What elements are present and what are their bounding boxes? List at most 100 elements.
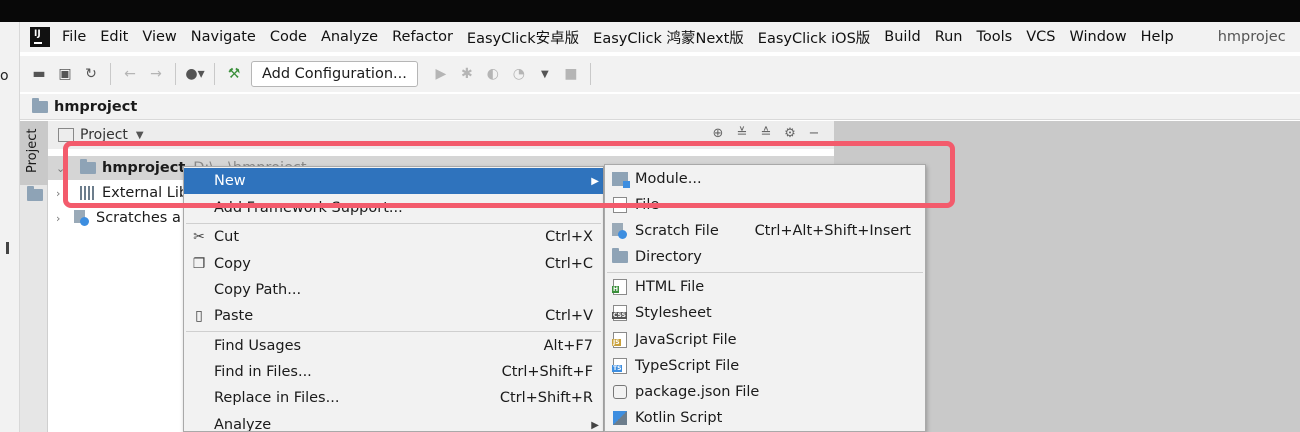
annotation-highlight-box <box>63 141 955 208</box>
locate-icon[interactable]: ⊕ <box>706 126 730 141</box>
window-title: hmprojec <box>1217 29 1286 45</box>
debug-icon[interactable]: ✱ <box>454 61 480 87</box>
submenu-item-label: Directory <box>635 249 702 265</box>
back-arrow-icon[interactable]: ← <box>117 61 143 87</box>
scratches-icon <box>74 210 90 226</box>
breadcrumb: hmproject <box>20 94 1300 120</box>
menu-item-paste[interactable]: ▯ Paste Ctrl+V <box>184 303 603 329</box>
menu-item-label: Replace in Files... <box>214 390 340 406</box>
folder-icon <box>612 248 628 263</box>
expand-all-icon[interactable]: ≚ <box>730 126 754 141</box>
toolbar-separator <box>589 63 591 85</box>
project-view-icon <box>58 128 74 142</box>
main-toolbar: ▬ ▣ ↻ ← → ●▾ ⚒ Add Configuration... ▶ ✱ … <box>20 56 1300 92</box>
add-configuration-button[interactable]: Add Configuration... <box>251 61 418 87</box>
chevron-down-icon[interactable]: ▼ <box>136 130 144 141</box>
menu-item-label: Paste <box>214 308 254 324</box>
submenu-item-label: package.json File <box>635 384 760 400</box>
menu-easyclick-harmony[interactable]: EasyClick 鸿蒙Next版 <box>593 27 744 48</box>
menu-code[interactable]: Code <box>270 29 307 45</box>
menu-view[interactable]: View <box>142 29 176 45</box>
submenu-item-javascript-file[interactable]: JS JavaScript File <box>605 327 925 353</box>
toolbar-separator <box>175 63 176 85</box>
submenu-item-html-file[interactable]: H HTML File <box>605 274 925 300</box>
project-tool-tab[interactable]: Project <box>20 121 48 185</box>
menu-item-find-usages[interactable]: Find Usages Alt+F7 <box>184 333 603 359</box>
side-tool-strip: Project <box>20 121 48 432</box>
menu-refactor[interactable]: Refactor <box>392 29 453 45</box>
menu-item-shortcut: Ctrl+C <box>544 256 593 272</box>
menu-easyclick-ios[interactable]: EasyClick iOS版 <box>758 27 871 48</box>
scratch-file-icon <box>612 223 628 239</box>
submenu-item-scratch-file[interactable]: Scratch File Ctrl+Alt+Shift+Insert <box>605 218 925 244</box>
css-file-icon: CSS <box>612 305 627 321</box>
breadcrumb-project[interactable]: hmproject <box>54 99 137 115</box>
submenu-item-typescript-file[interactable]: TS TypeScript File <box>605 353 925 379</box>
submenu-item-shortcut: Ctrl+Alt+Shift+Insert <box>754 223 911 239</box>
menu-navigate[interactable]: Navigate <box>191 29 256 45</box>
menu-item-cut[interactable]: ✂ Cut Ctrl+X <box>184 224 603 250</box>
menu-build[interactable]: Build <box>884 29 920 45</box>
scissors-icon: ✂ <box>193 229 205 245</box>
menu-analyze[interactable]: Analyze <box>321 29 378 45</box>
folder-icon <box>27 186 43 201</box>
project-tab-label: Project <box>25 128 40 173</box>
hide-icon[interactable]: − <box>802 126 826 141</box>
kotlin-icon <box>613 411 627 425</box>
submenu-item-stylesheet[interactable]: CSS Stylesheet <box>605 300 925 326</box>
menu-item-label: Copy Path... <box>214 282 302 298</box>
menu-item-label: Analyze <box>214 417 272 432</box>
menu-item-shortcut: Ctrl+Shift+F <box>501 364 593 380</box>
submenu-item-label: Kotlin Script <box>635 410 723 426</box>
hammer-icon[interactable]: ⚒ <box>221 61 247 87</box>
menu-separator <box>607 272 923 273</box>
gear-icon[interactable]: ⚙ <box>778 126 802 141</box>
menu-item-label: Cut <box>214 229 239 245</box>
collapse-all-icon[interactable]: ≙ <box>754 126 778 141</box>
submenu-item-label: Stylesheet <box>635 305 712 321</box>
save-icon[interactable]: ▣ <box>52 61 78 87</box>
menu-vcs[interactable]: VCS <box>1026 29 1055 45</box>
menu-edit[interactable]: Edit <box>100 29 128 45</box>
menu-file[interactable]: File <box>62 29 86 45</box>
menu-window[interactable]: Window <box>1069 29 1126 45</box>
submenu-item-label: JavaScript File <box>635 332 737 348</box>
menu-separator <box>186 331 601 332</box>
menu-item-analyze[interactable]: Analyze ▶ <box>184 412 603 432</box>
copy-icon: ❐ <box>192 256 206 272</box>
left-window-edge: o <box>0 22 20 432</box>
open-folder-icon[interactable]: ▬ <box>26 61 52 87</box>
package-json-icon <box>613 385 627 399</box>
edge-mark <box>6 242 9 254</box>
submenu-item-package-json[interactable]: package.json File <box>605 379 925 405</box>
submenu-item-kotlin-script[interactable]: Kotlin Script <box>605 405 925 431</box>
typescript-file-icon: TS <box>612 358 627 374</box>
profile-icon[interactable]: ◔ <box>506 61 532 87</box>
stop-icon[interactable]: ■ <box>558 61 584 87</box>
submenu-item-directory[interactable]: Directory <box>605 244 925 270</box>
app-logo-icon: IJ <box>30 27 50 47</box>
user-icon[interactable]: ●▾ <box>182 61 208 87</box>
menu-tools[interactable]: Tools <box>977 29 1013 45</box>
submenu-item-label: Scratch File <box>635 223 719 239</box>
toolbar-separator <box>214 63 215 85</box>
menu-item-shortcut: Ctrl+Shift+R <box>499 390 593 406</box>
chevron-right-icon[interactable]: › <box>56 212 70 225</box>
menu-help[interactable]: Help <box>1141 29 1174 45</box>
menu-item-label: Copy <box>214 256 251 272</box>
sync-icon[interactable]: ↻ <box>78 61 104 87</box>
menu-item-copy[interactable]: ❐ Copy Ctrl+C <box>184 251 603 277</box>
submenu-item-label: TypeScript File <box>635 358 740 374</box>
forward-arrow-icon[interactable]: → <box>143 61 169 87</box>
menu-run[interactable]: Run <box>935 29 963 45</box>
menu-item-find-in-files[interactable]: Find in Files... Ctrl+Shift+F <box>184 359 603 385</box>
coverage-icon[interactable]: ◐ <box>480 61 506 87</box>
menu-item-label: Find Usages <box>214 338 302 354</box>
menu-easyclick-android[interactable]: EasyClick安卓版 <box>467 27 579 48</box>
menu-item-copy-path[interactable]: Copy Path... <box>184 277 603 303</box>
dropdown-arrow-icon[interactable]: ▼ <box>532 61 558 87</box>
menu-item-label: Find in Files... <box>214 364 312 380</box>
menu-item-shortcut: Ctrl+X <box>545 229 593 245</box>
menu-item-replace-in-files[interactable]: Replace in Files... Ctrl+Shift+R <box>184 385 603 411</box>
run-icon[interactable]: ▶ <box>428 61 454 87</box>
